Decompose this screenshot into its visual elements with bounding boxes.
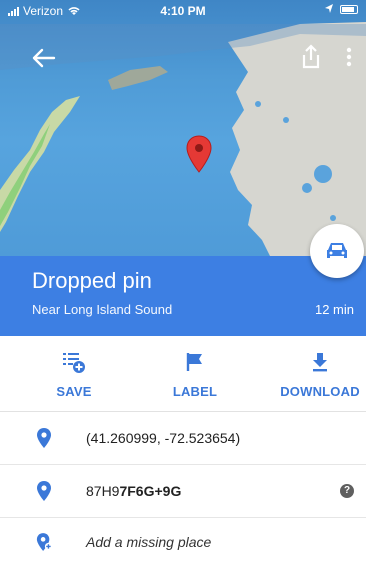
more-vert-icon[interactable]	[340, 44, 358, 70]
status-bar: Verizon 4:10 PM	[0, 0, 366, 22]
plus-code-text: 87H97F6G+9G	[86, 483, 181, 499]
share-icon[interactable]	[299, 44, 323, 70]
download-button[interactable]: DOWNLOAD	[270, 350, 366, 399]
save-list-icon	[63, 353, 85, 373]
place-subtitle: Near Long Island Sound	[32, 302, 173, 317]
place-header[interactable]: Dropped pin Near Long Island Sound 12 mi…	[0, 256, 366, 336]
download-label: DOWNLOAD	[280, 384, 360, 399]
label-button[interactable]: LABEL	[145, 350, 245, 399]
map-view[interactable]: Verizon 4:10 PM	[0, 0, 366, 256]
plus-code-prefix: 87H9	[86, 483, 120, 499]
coordinates-row[interactable]: (41.260999, -72.523654)	[0, 413, 366, 465]
back-arrow-icon[interactable]	[30, 46, 58, 70]
label-label: LABEL	[172, 384, 218, 399]
help-icon[interactable]: ?	[340, 484, 354, 498]
travel-time: 12 min	[314, 302, 354, 317]
dropped-pin-marker[interactable]	[186, 135, 212, 173]
download-icon	[313, 353, 327, 372]
add-missing-place-row[interactable]: Add a missing place	[0, 519, 366, 561]
map-terrain	[0, 22, 366, 256]
action-bar: SAVE LABEL DOWNLOAD	[0, 336, 366, 412]
coordinates-text: (41.260999, -72.523654)	[86, 430, 241, 446]
location-pin-icon	[37, 428, 51, 448]
status-time: 4:10 PM	[160, 4, 206, 18]
directions-button[interactable]	[310, 224, 364, 278]
save-button[interactable]: SAVE	[24, 350, 124, 399]
battery-icon	[340, 4, 358, 14]
car-icon	[327, 243, 347, 258]
location-arrow-icon	[325, 4, 333, 13]
plus-code-row[interactable]: 87H97F6G+9G ?	[0, 466, 366, 518]
save-label: SAVE	[56, 384, 92, 399]
plus-code-main: 7F6G+9G	[119, 483, 182, 499]
add-place-text: Add a missing place	[86, 534, 212, 550]
flag-icon	[186, 353, 202, 371]
location-pin-icon	[37, 481, 51, 501]
place-title: Dropped pin	[32, 268, 152, 293]
add-place-icon	[36, 533, 52, 551]
